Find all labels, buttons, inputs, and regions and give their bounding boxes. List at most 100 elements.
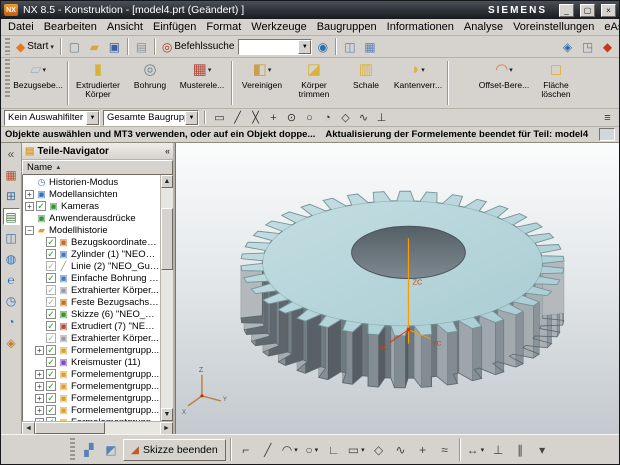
tree-item-skizze-6-neo-ge[interactable]: ✓▣Skizze (6) "NEO_GE...	[23, 308, 160, 320]
tree-item-formelementgrupp[interactable]: +✓▣Formelementgrupp...	[23, 368, 160, 380]
tree-item-historien-modus[interactable]: ◷Historien-Modus	[23, 176, 160, 188]
visibility-checkbox[interactable]: ✓	[46, 345, 56, 355]
menu-eassistant-tbk[interactable]: eAssistant / TBK	[599, 20, 620, 34]
selection-filter-combo[interactable]: Kein Auswahlfilter ▼	[4, 110, 100, 126]
tree-item-feste-bezugsachse[interactable]: ✓▣Feste Bezugsachse...	[23, 296, 160, 308]
view-layout-button[interactable]: ◫	[340, 37, 359, 56]
assembly-navigator-tab[interactable]: ▦	[3, 166, 20, 183]
chevron-down-icon[interactable]: ▾	[268, 66, 272, 74]
edge-blend-button[interactable]: ◗▾Kantenverr...	[392, 59, 444, 107]
tree-item-formelementgrupp[interactable]: +✓▣Formelementgrupp...	[23, 392, 160, 404]
tree-item-modellhistorie[interactable]: −▰Modellhistorie	[23, 224, 160, 236]
chevron-down-icon[interactable]: ▾	[361, 446, 365, 454]
visibility-checkbox[interactable]: ✓	[46, 333, 56, 343]
tree-item-extrahierter-körper[interactable]: ✓▣Extrahierter Körper...	[23, 284, 160, 296]
polygon-button[interactable]: ◇	[369, 439, 389, 460]
point-button[interactable]: +	[413, 439, 433, 460]
shell-button[interactable]: ▥Schale	[340, 59, 392, 107]
close-part-button[interactable]: ◆	[598, 37, 617, 56]
make-symmetric-button[interactable]: ∥	[510, 439, 530, 460]
tree-item-linie-2-neo-guid[interactable]: ✓╱Linie (2) "NEO_Guid...	[23, 260, 160, 272]
sketch-task-button[interactable]: ▞	[79, 439, 99, 460]
search-go-button[interactable]: ◉	[313, 37, 332, 56]
tree-horizontal-scrollbar[interactable]: ◄ ►	[22, 421, 173, 434]
graphics-window[interactable]: ZCXCYCZXY	[175, 143, 619, 434]
line-button[interactable]: ╱	[258, 439, 278, 460]
snap-endpoint-button[interactable]: ╱	[229, 110, 246, 126]
roles-tab[interactable]: ◈	[3, 334, 20, 351]
snap-point-on-curve-button[interactable]: ∿	[355, 110, 372, 126]
status-options-icon[interactable]	[599, 128, 615, 141]
scroll-down-icon[interactable]: ▼	[161, 408, 173, 421]
gear-model[interactable]	[241, 191, 564, 388]
visibility-checkbox[interactable]: ✓	[46, 381, 56, 391]
unite-button[interactable]: ◧▾Vereinigen	[236, 59, 288, 107]
datum-plane-button[interactable]: ▱▾Bezugsebe...	[12, 59, 64, 107]
visibility-checkbox[interactable]: ✓	[46, 393, 56, 403]
expand-plus-icon[interactable]: +	[25, 202, 34, 211]
rectangle-button[interactable]: ▭▾	[346, 439, 367, 460]
menu-voreinstellungen[interactable]: Voreinstellungen	[508, 20, 599, 34]
more-sketch-tools-button[interactable]: ▾	[532, 439, 552, 460]
snap-arc-center-button[interactable]: ⊙	[283, 110, 300, 126]
open-file-button[interactable]: ▰	[85, 37, 104, 56]
name-column-header[interactable]: Name ▲	[22, 160, 173, 175]
fullscreen-button[interactable]: ◳	[578, 37, 597, 56]
maximize-button[interactable]: ▢	[580, 4, 595, 17]
visibility-checkbox[interactable]: ✓	[46, 369, 56, 379]
print-button[interactable]: ▤	[132, 37, 151, 56]
offset-region-button[interactable]: ◠▾Offset-Bere...	[478, 59, 530, 107]
visibility-checkbox[interactable]: ✓	[46, 237, 56, 247]
scroll-up-icon[interactable]: ▲	[161, 175, 173, 188]
tree-item-extrahierter-körper[interactable]: ✓▣Extrahierter Körper...	[23, 332, 160, 344]
visibility-checkbox[interactable]: ✓	[46, 249, 56, 259]
command-search-input-field[interactable]	[239, 41, 298, 52]
drag-handle[interactable]	[70, 438, 75, 461]
tree-item-einfache-bohrung[interactable]: ✓▣Einfache Bohrung (...	[23, 272, 160, 284]
expand-plus-icon[interactable]: +	[35, 394, 44, 403]
snap-existing-point-button[interactable]: ○	[301, 110, 318, 126]
part-navigator-tab[interactable]: ▤	[3, 208, 20, 225]
menu-informationen[interactable]: Informationen	[382, 20, 459, 34]
expand-plus-icon[interactable]: +	[35, 346, 44, 355]
chevron-down-icon[interactable]: ▾	[294, 446, 298, 454]
window-toggle-button[interactable]: ▦	[360, 37, 379, 56]
reuse-library-tab[interactable]: ◫	[3, 229, 20, 246]
tree-item-anwenderausdrücke[interactable]: ▣Anwenderausdrücke	[23, 212, 160, 224]
collapse-minus-icon[interactable]: −	[25, 226, 34, 235]
trim-body-button[interactable]: ◪Körper trimmen	[288, 59, 340, 107]
scrollbar-thumb[interactable]	[35, 422, 105, 434]
snap-point-on-face-button[interactable]: ⊥	[373, 110, 390, 126]
chevron-down-icon[interactable]: ▾	[43, 66, 47, 74]
extrude-button[interactable]: ▮Extrudierter Körper	[72, 59, 124, 107]
resource-pin-tab[interactable]: «	[3, 145, 20, 162]
panel-pin-icon[interactable]: «	[165, 146, 170, 156]
tree-item-zylinder-1-neo-c[interactable]: ✓▣Zylinder (1) "NEO_C...	[23, 248, 160, 260]
chevron-down-icon[interactable]: ▾	[50, 43, 54, 51]
scroll-left-icon[interactable]: ◄	[22, 422, 35, 434]
close-button[interactable]: ×	[601, 4, 616, 17]
visibility-checkbox[interactable]: ✓	[46, 309, 56, 319]
scroll-right-icon[interactable]: ►	[160, 422, 173, 434]
delete-face-button[interactable]: ◻Fläche löschen	[530, 59, 582, 107]
hole-button[interactable]: ◎Bohrung	[124, 59, 176, 107]
drag-handle[interactable]	[5, 59, 10, 98]
save-button[interactable]: ▣	[105, 37, 124, 56]
chevron-down-icon[interactable]: ▾	[208, 66, 212, 74]
expand-plus-icon[interactable]: +	[35, 382, 44, 391]
tree-item-formelementgrupp[interactable]: +✓▣Formelementgrupp...	[23, 380, 160, 392]
visibility-checkbox[interactable]: ✓	[46, 285, 56, 295]
tree-item-extrudiert-7-neo[interactable]: ✓▣Extrudiert (7) "NEO...	[23, 320, 160, 332]
visibility-checkbox[interactable]: ✓	[46, 261, 56, 271]
expand-plus-icon[interactable]: +	[35, 406, 44, 415]
menu-datei[interactable]: Datei	[3, 20, 39, 34]
tree-item-kameras[interactable]: +✓▣Kameras	[23, 200, 160, 212]
arc-button[interactable]: ◠▾	[280, 439, 300, 460]
menu-baugruppen[interactable]: Baugruppen	[312, 20, 382, 34]
profile-button[interactable]: ⌐	[236, 439, 256, 460]
general-selection-filter-button[interactable]: ▭	[211, 110, 228, 126]
scrollbar-thumb[interactable]	[161, 208, 173, 270]
command-search-input[interactable]: ▼	[238, 39, 312, 55]
sketch-orient-button[interactable]: ◩	[101, 439, 121, 460]
menu-werkzeuge[interactable]: Werkzeuge	[246, 20, 311, 34]
